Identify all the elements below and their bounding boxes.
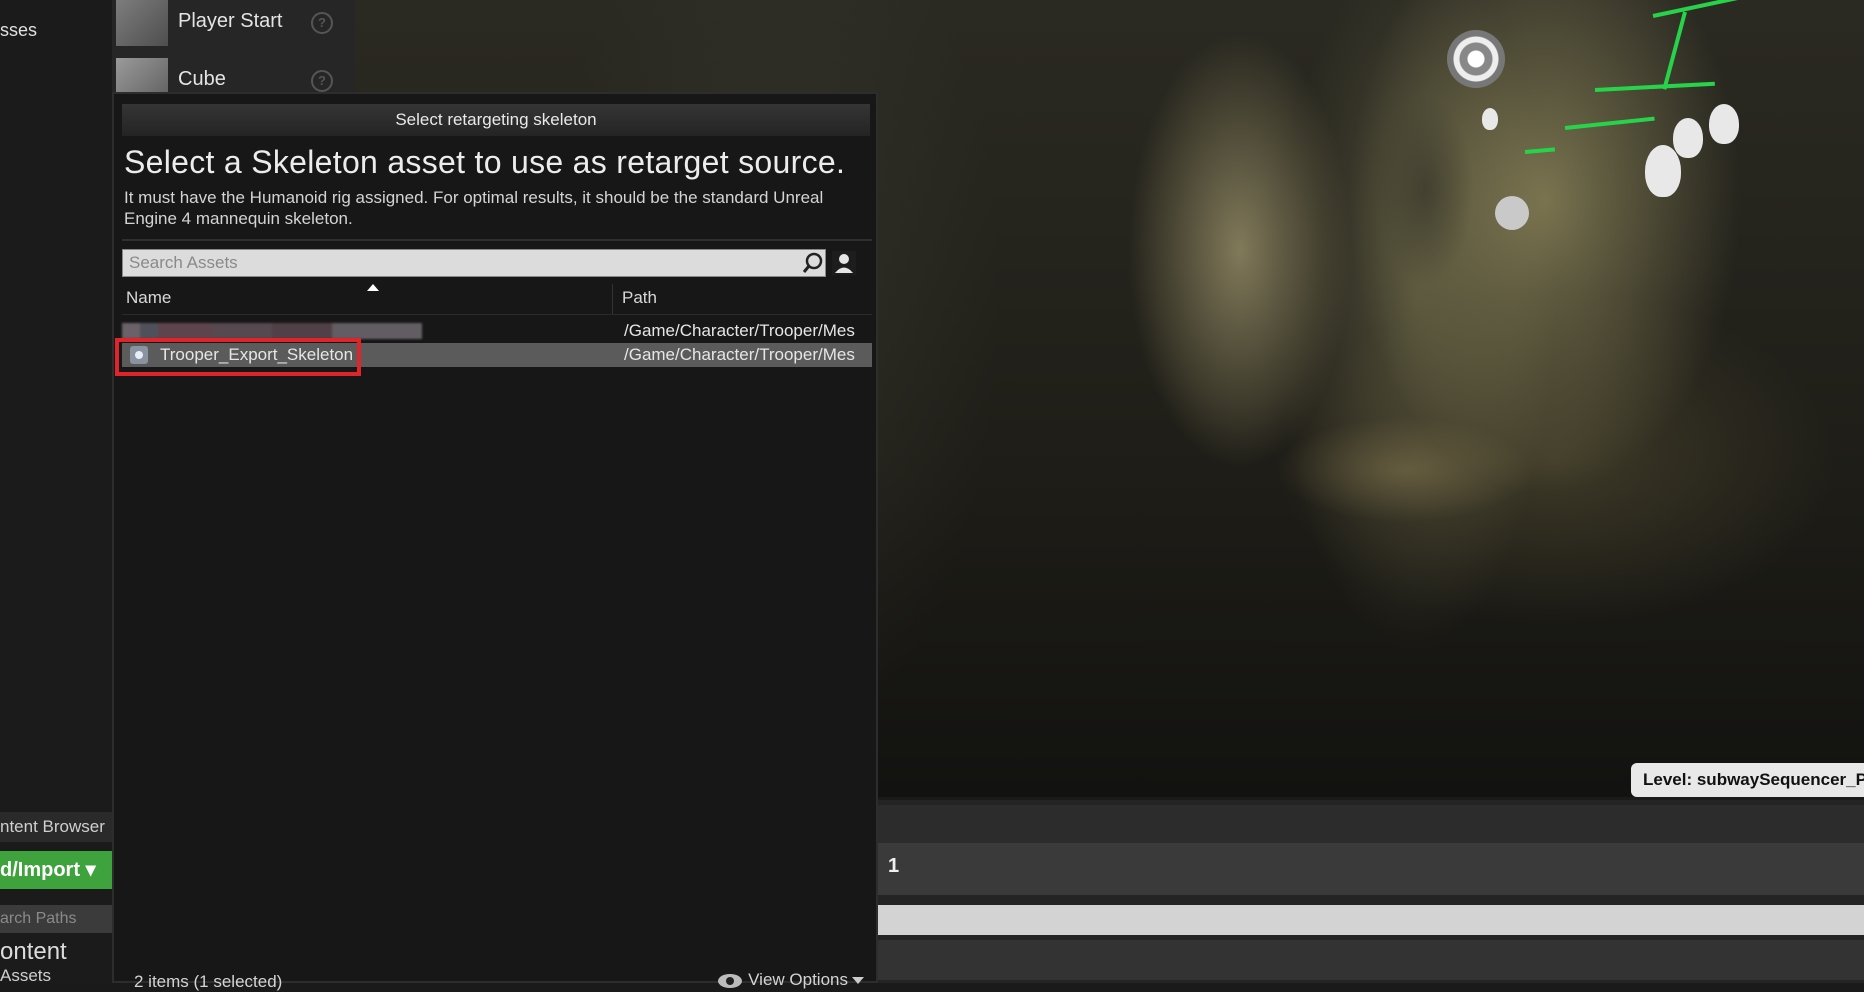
track-number: 1 — [888, 855, 900, 877]
audio-source-icon[interactable] — [1447, 30, 1505, 88]
add-import-button[interactable]: d/Import ▾ — [0, 851, 112, 889]
row-path: /Game/Character/Trooper/Mes — [624, 321, 855, 340]
annotation-highlight-box — [115, 338, 361, 376]
bottom-editor-area: 1 — [878, 800, 1864, 983]
spot-light-icon[interactable] — [1495, 196, 1529, 230]
select-retarget-skeleton-dialog: Select retargeting skeleton Select a Ske… — [112, 92, 878, 991]
view-options-label: View Options — [748, 970, 848, 989]
light-direction-arrow — [1652, 0, 1742, 18]
search-icon[interactable] — [802, 252, 824, 274]
column-header-path[interactable]: Path — [622, 288, 657, 308]
place-item-player-start[interactable]: Player Start ? — [116, 0, 341, 46]
modes-label: sses — [0, 20, 38, 40]
eye-icon — [718, 973, 743, 988]
light-direction-arrow — [1662, 11, 1687, 90]
floor-reflection — [1235, 390, 1575, 550]
level-indicator: Level: subwaySequencer_P (Pe — [1631, 763, 1864, 797]
column-header-name[interactable]: Name — [126, 288, 171, 308]
dialog-heading: Select a Skeleton asset to use as retarg… — [124, 144, 846, 180]
dialog-title[interactable]: Select retargeting skeleton — [122, 104, 870, 136]
help-icon[interactable]: ? — [311, 12, 333, 34]
content-strip — [878, 940, 1864, 980]
background-character — [1355, 70, 1495, 310]
point-light-icon[interactable] — [1482, 108, 1498, 130]
import-button-label: d/Import — [0, 859, 80, 881]
redacted-asset-name — [122, 323, 422, 339]
dialog-description: It must have the Humanoid rig assigned. … — [124, 188, 824, 228]
light-direction-arrow — [1594, 81, 1715, 92]
table-header: Name Path — [122, 284, 872, 315]
search-row — [122, 249, 856, 277]
search-paths-input[interactable]: arch Paths — [0, 905, 112, 933]
search-assets-input[interactable] — [122, 249, 826, 277]
assets-folder[interactable]: Assets — [0, 966, 51, 986]
left-panel: sses ntent Browser d/Import ▾ arch Paths… — [0, 0, 112, 986]
place-item-label: Cube — [178, 68, 226, 90]
view-options-button[interactable]: View Options — [718, 970, 864, 990]
point-light-icon[interactable] — [1709, 104, 1739, 144]
sort-ascending-icon — [367, 284, 379, 291]
content-root-folder[interactable]: ontent — [0, 938, 67, 966]
place-item-label: Player Start — [178, 10, 283, 32]
user-filter-icon[interactable] — [832, 251, 856, 275]
point-light-icon[interactable] — [1673, 118, 1703, 158]
search-bar-strip[interactable] — [878, 905, 1864, 935]
divider — [122, 239, 872, 241]
player-start-icon — [116, 0, 168, 46]
light-direction-arrow — [1524, 147, 1556, 154]
chevron-down-icon: ▾ — [85, 859, 96, 881]
help-icon[interactable]: ? — [311, 70, 333, 92]
column-divider[interactable] — [612, 284, 613, 314]
row-path: /Game/Character/Trooper/Mes — [624, 345, 855, 364]
item-count-status: 2 items (1 selected) — [134, 972, 283, 991]
tab-strip — [878, 843, 1864, 895]
toolbar-strip — [878, 805, 1864, 843]
light-direction-arrow — [1564, 116, 1655, 130]
content-browser-tab[interactable]: ntent Browser — [0, 812, 112, 842]
point-light-icon[interactable] — [1645, 145, 1681, 197]
